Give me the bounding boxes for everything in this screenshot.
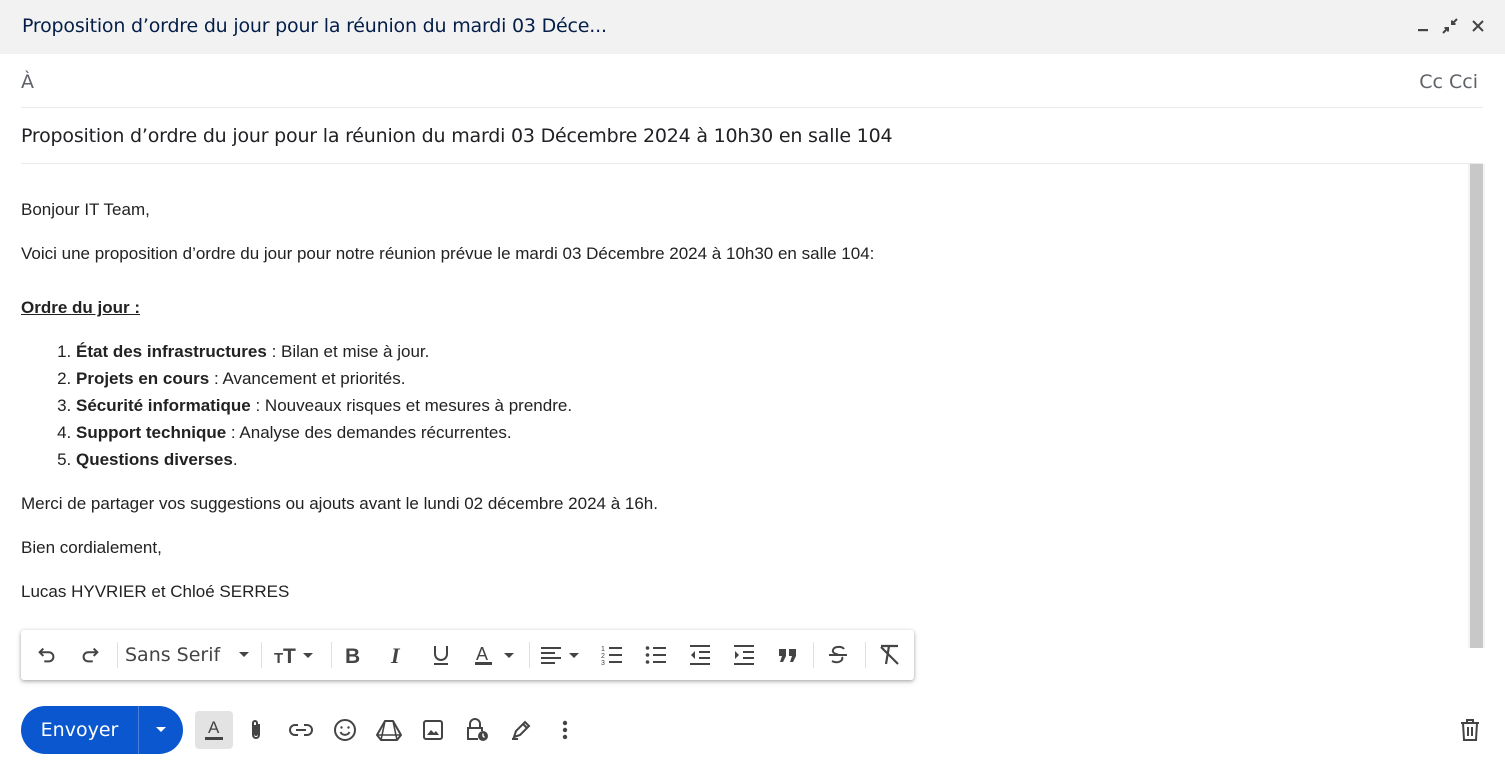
svg-text:B: B (345, 645, 360, 666)
indent-more-icon[interactable] (729, 641, 759, 669)
agenda-item: Sécurité informatique : Nouveaux risques… (76, 392, 1451, 419)
toolbar-separator (261, 642, 262, 668)
greeting-text: Bonjour IT Team, (21, 200, 150, 219)
intro-text: Voici une proposition d’ordre du jour po… (21, 244, 875, 263)
agenda-list: État des infrastructures : Bilan et mise… (21, 338, 1451, 473)
send-button-group: Envoyer (21, 706, 183, 754)
link-icon[interactable] (282, 711, 320, 749)
compose-window-title: Proposition d’ordre du jour pour la réun… (22, 15, 607, 37)
svg-text:1: 1 (601, 646, 605, 653)
formatting-options-icon[interactable]: A (195, 711, 233, 749)
chevron-down-icon (239, 652, 250, 657)
delete-icon[interactable] (1451, 711, 1489, 749)
agenda-item: Questions diverses. (76, 446, 1451, 473)
minimize-icon[interactable] (1413, 16, 1433, 36)
toolbar-separator (813, 642, 814, 668)
agenda-item: État des infrastructures : Bilan et mise… (76, 338, 1451, 365)
recipients-row[interactable]: À Cc Cci (21, 54, 1483, 108)
cc-link[interactable]: Cc (1419, 71, 1443, 93)
close-icon[interactable] (1468, 16, 1488, 36)
more-options-icon[interactable] (546, 711, 584, 749)
compose-title-bar[interactable]: Proposition d’ordre du jour pour la réun… (0, 0, 1505, 54)
remove-formatting-icon[interactable] (875, 641, 905, 669)
request-text: Merci de partager vos suggestions ou ajo… (21, 494, 658, 513)
send-button[interactable]: Envoyer (21, 706, 138, 754)
drive-icon[interactable] (370, 711, 408, 749)
toolbar-separator (117, 642, 118, 668)
svg-text:3: 3 (601, 660, 605, 667)
font-size-icon[interactable]: T T (271, 641, 319, 669)
svg-text:2: 2 (601, 653, 605, 660)
svg-text:A: A (476, 644, 488, 664)
italic-icon[interactable]: I (383, 641, 411, 669)
quote-icon[interactable] (773, 641, 803, 669)
closing-text: Bien cordialement, (21, 538, 162, 557)
align-icon[interactable] (537, 641, 585, 669)
redo-icon[interactable] (76, 641, 104, 669)
subject-field[interactable]: Proposition d’ordre du jour pour la réun… (21, 125, 893, 147)
font-family-value: Sans Serif (125, 644, 221, 666)
agenda-item: Support technique : Analyse des demandes… (76, 419, 1451, 446)
underline-icon[interactable] (427, 641, 455, 669)
to-field-label: À (21, 71, 34, 93)
text-color-icon[interactable]: A (471, 641, 519, 669)
indent-less-icon[interactable] (685, 641, 715, 669)
attach-icon[interactable] (237, 711, 275, 749)
message-body[interactable]: Bonjour IT Team, Voici une proposition d… (21, 196, 1451, 605)
toolbar-separator (529, 642, 530, 668)
bulleted-list-icon[interactable] (641, 641, 671, 669)
svg-text:I: I (390, 644, 401, 666)
agenda-item: Projets en cours : Avancement et priorit… (76, 365, 1451, 392)
svg-text:T: T (283, 645, 296, 667)
strikethrough-icon[interactable] (823, 641, 853, 669)
cc-bcc-links: Cc Cci (1419, 71, 1478, 93)
exit-fullscreen-icon[interactable] (1440, 16, 1460, 36)
confidential-mode-icon[interactable] (458, 711, 496, 749)
undo-icon[interactable] (33, 641, 61, 669)
signature-text: Lucas HYVRIER et Chloé SERRES (21, 582, 290, 601)
font-family-select[interactable]: Sans Serif (125, 641, 255, 669)
toolbar-separator (865, 642, 866, 668)
agenda-heading: Ordre du jour : (21, 298, 140, 317)
chevron-down-icon (156, 727, 166, 732)
emoji-icon[interactable] (326, 711, 364, 749)
scrollbar-thumb[interactable] (1470, 164, 1483, 648)
bold-icon[interactable]: B (339, 641, 367, 669)
formatting-toolbar: Sans Serif T T B I A 123 (21, 630, 914, 680)
subject-row[interactable]: Proposition d’ordre du jour pour la réun… (21, 108, 1483, 164)
signature-icon[interactable] (502, 711, 540, 749)
bcc-link[interactable]: Cci (1449, 71, 1478, 93)
svg-text:T: T (274, 650, 283, 667)
svg-text:A: A (208, 718, 220, 737)
schedule-send-dropdown[interactable] (139, 706, 183, 754)
photo-icon[interactable] (414, 711, 452, 749)
toolbar-separator (331, 642, 332, 668)
numbered-list-icon[interactable]: 123 (597, 641, 627, 669)
